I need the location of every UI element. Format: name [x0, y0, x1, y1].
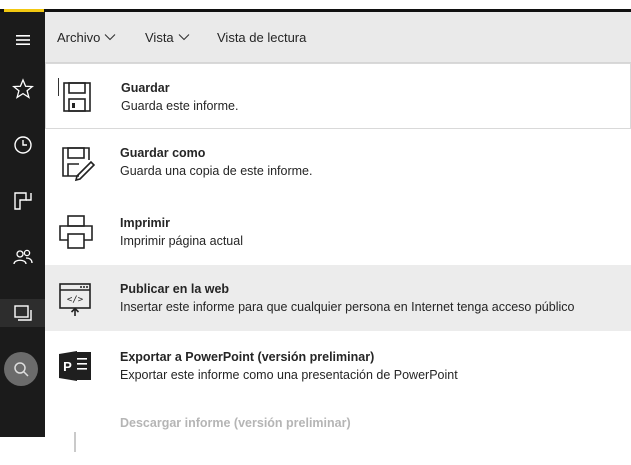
- workspaces-icon[interactable]: [0, 299, 45, 327]
- file-menu[interactable]: Archivo: [57, 12, 116, 62]
- apps-icon[interactable]: [0, 187, 45, 215]
- reading-view-label: Vista de lectura: [217, 29, 307, 45]
- menu-item-title: Descargar informe (versión preliminar): [120, 416, 351, 430]
- menu-item-export-powerpoint[interactable]: P Exportar a PowerPoint (versión prelimi…: [45, 333, 631, 399]
- favorites-icon[interactable]: [0, 75, 45, 103]
- hamburger-icon[interactable]: [0, 26, 45, 54]
- menu-item-save[interactable]: Guardar Guarda este informe.: [45, 63, 631, 129]
- reading-view-button[interactable]: Vista de lectura: [217, 12, 306, 62]
- menu-item-title: Guardar: [121, 81, 170, 95]
- view-menu-label: Vista: [145, 29, 174, 45]
- menu-item-description: Insertar este informe para que cualquier…: [120, 300, 575, 314]
- svg-text:P: P: [63, 359, 72, 374]
- publish-web-icon: </>: [59, 283, 91, 316]
- chevron-down-icon: [178, 34, 190, 41]
- powerpoint-icon: P: [59, 351, 91, 381]
- print-icon: [59, 215, 93, 249]
- left-sidebar: [0, 12, 45, 437]
- menu-item-description: Exportar este informe como una presentac…: [120, 368, 458, 382]
- menu-item-title: Imprimir: [120, 216, 171, 230]
- menu-item-print[interactable]: Imprimir Imprimir página actual: [45, 199, 631, 265]
- shared-icon[interactable]: [0, 243, 45, 271]
- menu-item-title: Publicar en la web: [120, 282, 230, 296]
- menu-item-description: Guarda una copia de este informe.: [120, 164, 313, 178]
- menu-item-description: Imprimir página actual: [120, 234, 243, 248]
- menu-item-title: Guardar como: [120, 146, 206, 160]
- menu-item-title: Exportar a PowerPoint (versión prelimina…: [120, 350, 375, 364]
- save-icon: [63, 82, 91, 112]
- menu-item-save-as[interactable]: Guardar como Guarda una copia de este in…: [45, 129, 631, 195]
- avatar[interactable]: [4, 352, 38, 386]
- svg-text:</>: </>: [67, 295, 84, 305]
- file-menu-label: Archivo: [57, 29, 101, 45]
- save-as-icon: [62, 147, 95, 182]
- menu-item-download-report: Descargar informe (versión preliminar): [45, 399, 631, 465]
- download-icon: [74, 432, 76, 452]
- menu-bar: Archivo Vista Vista de lectura: [45, 12, 631, 63]
- menu-item-description: Guarda este informe.: [121, 99, 239, 113]
- top-accent-bar: [0, 0, 631, 12]
- chevron-down-icon: [104, 34, 116, 41]
- view-menu[interactable]: Vista: [145, 12, 190, 62]
- file-dropdown-menu: Guardar Guarda este informe. Guardar com…: [45, 63, 631, 452]
- menu-item-publish-web[interactable]: </> Publicar en la web Insertar este inf…: [45, 265, 631, 331]
- recent-icon[interactable]: [0, 131, 45, 159]
